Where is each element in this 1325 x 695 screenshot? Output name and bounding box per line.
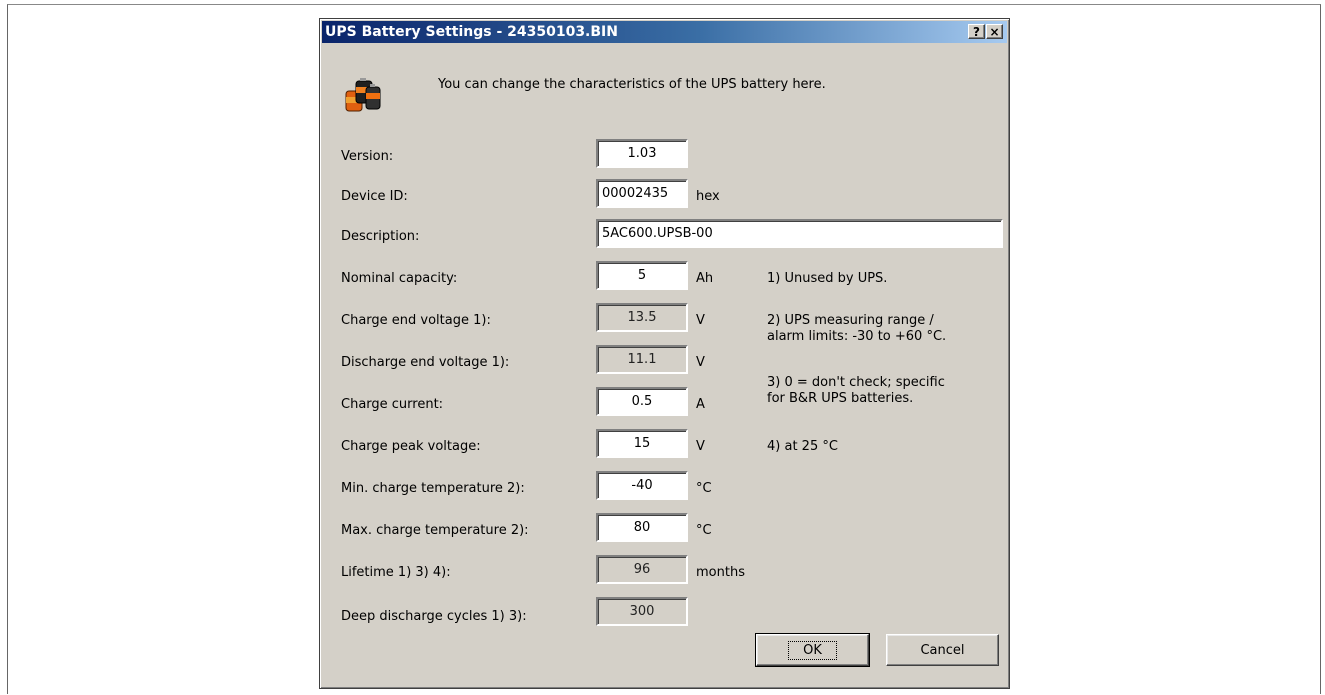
charge-current-field[interactable]: 0.5 [596, 387, 688, 416]
description-label: Description: [341, 229, 420, 244]
close-button[interactable]: × [986, 24, 1003, 39]
device-id-unit: hex [696, 189, 720, 204]
discharge-end-voltage-field: 11.1 [596, 345, 688, 374]
ups-battery-settings-dialog: UPS Battery Settings - 24350103.BIN ? × … [319, 18, 1010, 689]
min-charge-temperature-unit: °C [696, 481, 712, 496]
charge-peak-voltage-label: Charge peak voltage: [341, 439, 481, 454]
note-4: 4) at 25 °C [767, 439, 838, 454]
device-id-label: Device ID: [341, 189, 408, 204]
charge-current-label: Charge current: [341, 397, 444, 412]
window-title: UPS Battery Settings - 24350103.BIN [325, 24, 618, 40]
lifetime-unit: months [696, 565, 745, 580]
charge-end-voltage-unit: V [696, 313, 705, 328]
charge-current-unit: A [696, 397, 705, 412]
max-charge-temperature-field[interactable]: 80 [596, 513, 688, 542]
description-field[interactable]: 5AC600.UPSB-00 [596, 219, 1003, 248]
ok-button-label: OK [788, 640, 837, 660]
max-charge-temperature-unit: °C [696, 523, 712, 538]
nominal-capacity-label: Nominal capacity: [341, 271, 458, 286]
charge-end-voltage-field: 13.5 [596, 303, 688, 332]
discharge-end-voltage-unit: V [696, 355, 705, 370]
title-bar[interactable]: UPS Battery Settings - 24350103.BIN ? × [322, 21, 1007, 43]
min-charge-temperature-label: Min. charge temperature 2): [341, 481, 525, 496]
lifetime-field: 96 [596, 555, 688, 584]
deep-discharge-cycles-field: 300 [596, 597, 688, 626]
max-charge-temperature-label: Max. charge temperature 2): [341, 523, 529, 538]
ok-button[interactable]: OK [755, 633, 870, 667]
help-button[interactable]: ? [968, 24, 985, 39]
nominal-capacity-field[interactable]: 5 [596, 261, 688, 290]
charge-peak-voltage-unit: V [696, 439, 705, 454]
discharge-end-voltage-label: Discharge end voltage 1): [341, 355, 510, 370]
version-field[interactable]: 1.03 [596, 139, 688, 168]
lifetime-label: Lifetime 1) 3) 4): [341, 565, 451, 580]
note-3-line-2: for B&R UPS batteries. [767, 391, 914, 406]
note-2-line-2: alarm limits: -30 to +60 °C. [767, 329, 947, 344]
note-3-line-1: 3) 0 = don't check; specific [767, 375, 945, 390]
battery-icon [345, 78, 381, 112]
nominal-capacity-unit: Ah [696, 271, 714, 286]
cancel-button[interactable]: Cancel [886, 634, 999, 666]
version-label: Version: [341, 149, 394, 164]
deep-discharge-cycles-label: Deep discharge cycles 1) 3): [341, 609, 527, 624]
intro-text: You can change the characteristics of th… [438, 77, 826, 92]
charge-end-voltage-label: Charge end voltage 1): [341, 313, 491, 328]
charge-peak-voltage-field[interactable]: 15 [596, 429, 688, 458]
note-2-line-1: 2) UPS measuring range / [767, 313, 934, 328]
min-charge-temperature-field[interactable]: -40 [596, 471, 688, 500]
note-1: 1) Unused by UPS. [767, 271, 888, 286]
device-id-field[interactable]: 00002435 [596, 179, 688, 208]
